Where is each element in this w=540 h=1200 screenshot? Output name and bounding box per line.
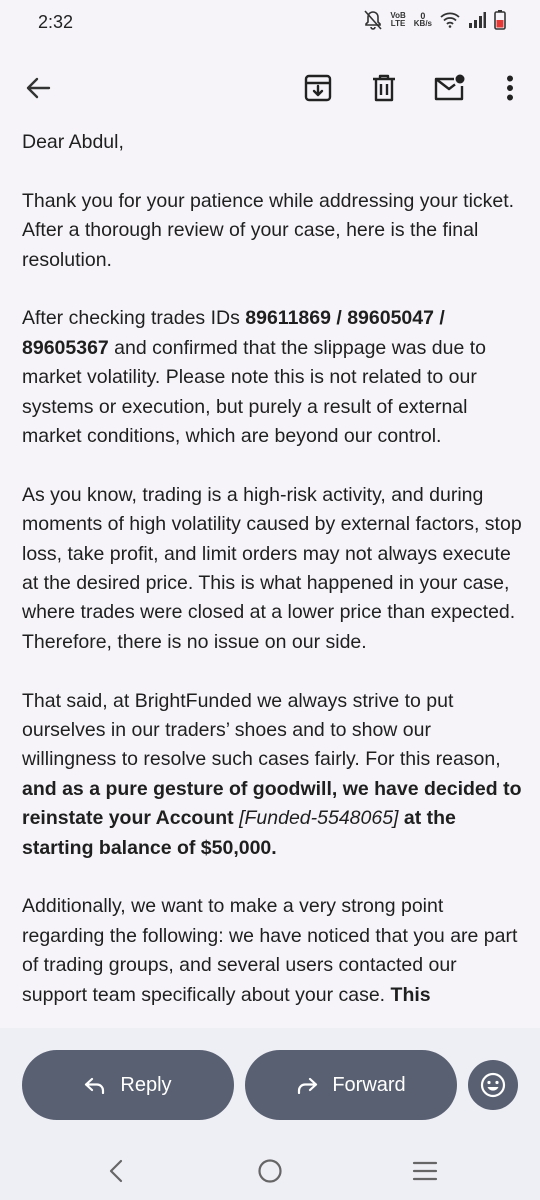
trash-icon: [373, 74, 395, 102]
status-icons: VoB LTE 0 KB/s: [364, 10, 506, 30]
nav-back-button[interactable]: [96, 1154, 136, 1188]
status-time: 2:32: [38, 12, 74, 32]
wifi-icon: [440, 12, 460, 28]
back-arrow-icon: [26, 77, 51, 99]
email-body: Dear Abdul, Thank you for your patience …: [22, 128, 522, 1028]
nav-menu-icon: [412, 1161, 438, 1181]
forward-button[interactable]: Forward: [245, 1050, 457, 1120]
nav-recents-button[interactable]: [405, 1154, 445, 1188]
back-button[interactable]: [18, 68, 58, 108]
p2-text-a: After checking trades IDs: [22, 307, 246, 330]
forward-icon: [298, 1077, 318, 1094]
delete-button[interactable]: [364, 68, 404, 108]
archive-button[interactable]: [298, 68, 338, 108]
more-vert-icon: [507, 75, 513, 101]
data-rate-unit: KB/s: [413, 19, 432, 28]
status-bar: 2:32 VoB LTE 0 KB/s: [0, 0, 540, 46]
nav-home-icon: [258, 1159, 282, 1183]
volte-indicator: VoB LTE: [390, 11, 406, 28]
nav-back-icon: [109, 1159, 123, 1183]
reply-button[interactable]: Reply: [22, 1050, 234, 1120]
email-paragraph-3: As you know, trading is a high-risk acti…: [22, 483, 522, 653]
archive-icon: [304, 74, 332, 102]
reply-label: Reply: [120, 1073, 172, 1096]
forward-label: Forward: [332, 1073, 406, 1096]
notifications-off-icon: [364, 10, 382, 30]
nav-home-button[interactable]: [250, 1154, 290, 1188]
more-options-button[interactable]: [490, 68, 530, 108]
p4-text-a: That said, at BrightFunded we always str…: [22, 689, 501, 771]
p5-text-a: Additionally, we want to make a very str…: [22, 895, 518, 1006]
account-id: [Funded-5548065]: [239, 807, 399, 830]
email-paragraph-5: Additionally, we want to make a very str…: [22, 892, 522, 1010]
email-greeting: Dear Abdul,: [22, 131, 124, 153]
emoji-reaction-button[interactable]: [468, 1060, 518, 1110]
data-rate-indicator: 0 KB/s: [414, 12, 432, 28]
reply-action-bar: Reply Forward: [0, 1028, 540, 1140]
signal-icon: [469, 12, 486, 28]
battery-icon: [494, 10, 506, 30]
email-paragraph-2: After checking trades IDs 89611869 / 896…: [22, 304, 522, 451]
email-toolbar: [0, 46, 540, 130]
reply-icon: [85, 1077, 105, 1094]
smiley-icon: [480, 1072, 506, 1098]
email-paragraph-1: Thank you for your patience while addres…: [22, 189, 515, 271]
mark-unread-icon: [434, 74, 465, 101]
mark-unread-button[interactable]: [430, 68, 470, 108]
p5-bold: This: [390, 983, 431, 1006]
system-nav-bar: [0, 1140, 540, 1200]
email-paragraph-4: That said, at BrightFunded we always str…: [22, 687, 522, 863]
